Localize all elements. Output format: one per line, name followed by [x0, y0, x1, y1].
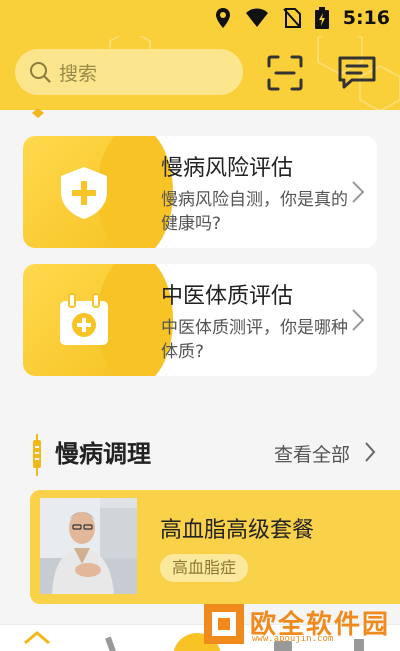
search-icon	[30, 62, 51, 83]
scan-icon[interactable]	[266, 54, 304, 92]
product-photo	[40, 498, 137, 594]
watermark: 欧全软件园 www.apoujin.com	[200, 600, 400, 650]
product-card[interactable]: 高血脂高级套餐 高血脂症	[30, 490, 400, 604]
location-icon	[215, 8, 230, 28]
message-icon[interactable]	[337, 54, 377, 92]
status-icons: 5:16	[215, 6, 390, 30]
view-all-link[interactable]: 查看全部	[274, 440, 350, 467]
watermark-logo	[204, 604, 244, 644]
syringe-icon	[33, 434, 41, 476]
product-tag: 高血脂症	[160, 554, 249, 582]
tools-icon[interactable]	[100, 629, 130, 651]
search-placeholder: 搜索	[59, 62, 98, 85]
search-bar[interactable]: 搜索	[15, 49, 243, 95]
card-title: 慢病风险评估	[161, 156, 294, 181]
home-icon[interactable]	[22, 629, 52, 651]
status-bar: 5:16	[0, 0, 400, 36]
top-header: 搜索	[0, 36, 400, 110]
assessment-card-tcm-constitution[interactable]: 中医体质评估 中医体质测评，你是哪种体质?	[23, 264, 377, 376]
wifi-icon	[245, 8, 268, 27]
card-description: 慢病风险自测，你是真的健康吗?	[161, 190, 348, 234]
card-description: 中医体质测评，你是哪种体质?	[161, 318, 348, 362]
shield-plus-icon	[61, 167, 107, 219]
clock: 5:16	[342, 7, 390, 29]
card-title: 中医体质评估	[161, 284, 294, 309]
chevron-right-icon	[352, 309, 365, 331]
assessment-card-chronic-risk[interactable]: 慢病风险评估 慢病风险自测，你是真的健康吗?	[23, 136, 377, 248]
no-sim-icon	[282, 8, 301, 28]
calendar-plus-icon	[60, 293, 108, 345]
product-title: 高血脂高级套餐	[160, 518, 315, 543]
partial-icon	[32, 108, 44, 118]
chevron-right-icon[interactable]	[364, 441, 376, 463]
chevron-right-icon	[352, 181, 365, 203]
section-title: 慢病调理	[55, 440, 151, 468]
watermark-url: www.apoujin.com	[252, 634, 334, 644]
battery-charging-icon	[314, 7, 329, 29]
